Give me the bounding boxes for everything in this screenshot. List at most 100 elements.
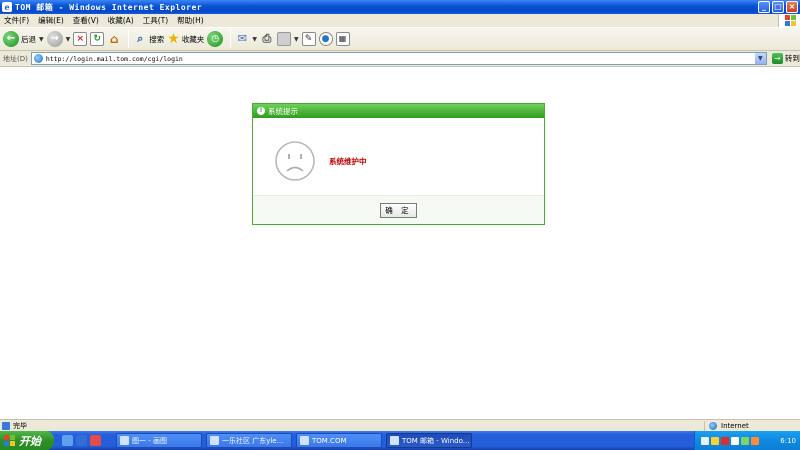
address-dropdown-icon[interactable]: ▼: [754, 53, 766, 64]
address-bar: 地址(D) http://login.mail.tom.com/cgi/logi…: [0, 51, 800, 67]
discuss-button[interactable]: ✎: [301, 29, 316, 49]
edit-button[interactable]: ▼: [276, 29, 299, 49]
ie-icon: [300, 436, 309, 445]
history-icon: ◷: [207, 31, 224, 47]
stop-icon: ×: [73, 32, 88, 46]
edit-dropdown-icon[interactable]: ▼: [294, 36, 299, 43]
back-dropdown-icon[interactable]: ▼: [39, 36, 44, 43]
minimize-button[interactable]: _: [758, 1, 770, 13]
taskbar: 开始 图一 - 画图 一乐社区 广东yle... TOM.COM TOM 邮箱 …: [0, 431, 800, 450]
back-arrow-icon: ←: [3, 31, 19, 47]
task-forum[interactable]: 一乐社区 广东yle...: [206, 433, 292, 448]
messenger-icon: ●: [318, 32, 333, 46]
show-desktop-icon[interactable]: [62, 435, 73, 446]
network-icon[interactable]: [701, 436, 709, 445]
messenger-button[interactable]: ●: [318, 29, 333, 49]
window-title: TOM 邮箱 - Windows Internet Explorer: [15, 2, 203, 12]
favorites-star-icon: ★: [167, 31, 180, 47]
task-paint[interactable]: 图一 - 画图: [116, 433, 202, 448]
page-icon: [33, 54, 43, 63]
system-tray: 6:10: [694, 431, 800, 450]
antivirus-icon[interactable]: [721, 436, 729, 445]
favorites-button[interactable]: ★ 收藏夹: [167, 29, 204, 49]
dialog-footer: 确 定: [253, 196, 544, 224]
edit-icon: [276, 32, 291, 46]
sad-face-icon: [275, 141, 315, 181]
start-label: 开始: [19, 434, 41, 448]
system-notice-dialog: ! 系统提示 系统维护中 确 定: [252, 103, 545, 225]
task-label: 图一 - 画图: [132, 436, 167, 445]
paint-icon: [120, 436, 129, 445]
zone-label: Internet: [721, 422, 749, 430]
ie-app-icon: e: [2, 2, 12, 12]
tray-app-icon[interactable]: [741, 436, 749, 445]
go-button[interactable]: → 转到: [771, 53, 800, 64]
forward-arrow-icon: →: [46, 31, 63, 47]
menu-tools[interactable]: 工具(T): [143, 15, 168, 26]
task-label: TOM 邮箱 - Windo...: [402, 436, 470, 445]
windows-flag-icon: [4, 435, 15, 446]
window-controls: _ □ ×: [758, 1, 798, 13]
task-label: 一乐社区 广东yle...: [222, 436, 284, 445]
research-button[interactable]: ▦: [335, 29, 350, 49]
menu-file[interactable]: 文件(F): [4, 15, 29, 26]
info-icon: !: [257, 107, 265, 115]
menu-view[interactable]: 查看(V): [73, 15, 99, 26]
address-label: 地址(D): [3, 54, 28, 63]
close-button[interactable]: ×: [786, 1, 798, 13]
back-button[interactable]: ← 后退 ▼: [3, 29, 44, 49]
address-input[interactable]: http://login.mail.tom.com/cgi/login ▼: [30, 52, 767, 65]
dialog-body: 系统维护中: [253, 118, 544, 196]
start-button[interactable]: 开始: [0, 431, 54, 450]
quick-launch: [62, 435, 112, 446]
ok-button[interactable]: 确 定: [380, 202, 417, 218]
home-icon: ⌂: [109, 32, 119, 46]
forward-button[interactable]: → ▼: [46, 29, 71, 49]
go-arrow-icon: →: [771, 53, 783, 64]
input-method-icon[interactable]: [731, 436, 739, 445]
menu-help[interactable]: 帮助(H): [177, 15, 204, 26]
mail-dropdown-icon[interactable]: ▼: [252, 36, 257, 43]
toolbar: ← 后退 ▼ → ▼ × ↻ ⌂ ⌕ 搜索 ★ 收藏夹 ◷ ✉ ▼ ⎙ ▼ ✎ …: [0, 27, 800, 51]
address-url: http://login.mail.tom.com/cgi/login: [45, 54, 183, 63]
print-button[interactable]: ⎙: [260, 29, 274, 49]
dialog-title: 系统提示: [268, 106, 298, 116]
dialog-message: 系统维护中: [329, 157, 367, 166]
tray-app-icon[interactable]: [751, 436, 759, 445]
search-label: 搜索: [149, 34, 165, 44]
maximize-button[interactable]: □: [772, 1, 784, 13]
page-status-icon: [2, 421, 10, 430]
menu-edit[interactable]: 编辑(E): [38, 15, 64, 26]
forward-dropdown-icon[interactable]: ▼: [66, 36, 71, 43]
search-button[interactable]: ⌕ 搜索: [133, 29, 164, 49]
dialog-header: ! 系统提示: [253, 104, 544, 118]
back-label: 后退: [21, 34, 36, 44]
ie-icon: [210, 436, 219, 445]
history-button[interactable]: ◷: [207, 29, 224, 49]
media-quicklaunch-icon[interactable]: [90, 435, 101, 446]
speaker-icon[interactable]: [711, 436, 719, 445]
mail-button[interactable]: ✉ ▼: [235, 29, 257, 49]
ie-icon: [390, 436, 399, 445]
refresh-button[interactable]: ↻: [90, 29, 105, 49]
mail-icon: ✉: [237, 32, 247, 45]
go-label: 转到: [784, 54, 800, 63]
status-text: 完毕: [13, 421, 27, 430]
windows-logo-icon: [778, 14, 800, 27]
toolbar-separator: [128, 30, 130, 48]
task-label: TOM.COM: [312, 436, 347, 445]
task-tom-mail[interactable]: TOM 邮箱 - Windo...: [386, 433, 472, 448]
search-icon: ⌕: [137, 32, 144, 45]
refresh-icon: ↻: [90, 32, 105, 46]
favorites-label: 收藏夹: [181, 34, 205, 44]
menu-favorites[interactable]: 收藏(A): [108, 15, 134, 26]
home-button[interactable]: ⌂: [107, 29, 121, 49]
toolbar-separator: [230, 30, 232, 48]
stop-button[interactable]: ×: [73, 29, 88, 49]
discuss-icon: ✎: [301, 32, 316, 46]
status-bar: 完毕 Internet: [0, 419, 800, 431]
ie-quicklaunch-icon[interactable]: [76, 435, 87, 446]
task-tom[interactable]: TOM.COM: [296, 433, 382, 448]
title-bar: e TOM 邮箱 - Windows Internet Explorer _ □…: [0, 0, 800, 14]
print-icon: ⎙: [262, 32, 272, 45]
